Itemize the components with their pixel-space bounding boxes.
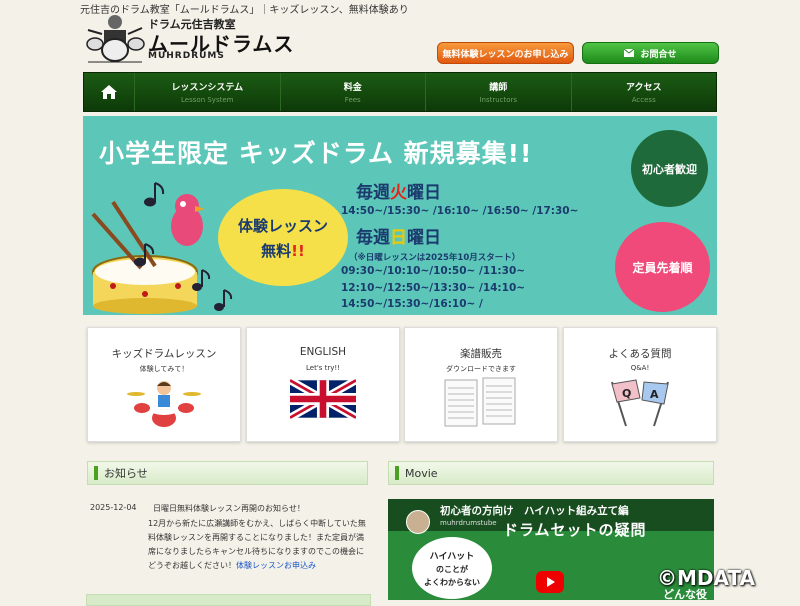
card-title: ENGLISH — [299, 346, 347, 358]
schedule-day2-highlight: 日 — [390, 228, 407, 248]
card-sheet-music[interactable]: 楽譜販売 ダウンロードできます — [404, 327, 558, 442]
schedule-day1: 毎週火曜日 — [356, 178, 441, 203]
beginners-welcome-badge: 初心者歓迎 — [631, 130, 708, 207]
schedule-day1-suffix: 曜日 — [407, 183, 441, 203]
news-date: 2025-12-04 — [90, 503, 137, 512]
bird-illustration — [171, 194, 205, 246]
nav-item-label: 講師 — [489, 83, 508, 93]
banner-title: 小学生限定 キッズドラム 新規募集!! — [99, 139, 533, 168]
heading-marker — [94, 466, 98, 480]
channel-avatar[interactable] — [406, 510, 430, 534]
card-english[interactable]: ENGLISH Let's try!! — [246, 327, 400, 442]
sheet-music-sample-icon — [444, 377, 516, 427]
nav-item-fees[interactable]: 料金 Fees — [281, 73, 426, 111]
schedule-day1-highlight: 火 — [390, 183, 407, 203]
card-subtitle: 体験してみて！ — [139, 365, 189, 373]
uk-flag-icon — [290, 377, 356, 421]
music-note-icon — [134, 243, 155, 267]
free-trial-bubble-line1: 体験レッスン — [237, 216, 328, 235]
schedule-day2-prefix: 毎週 — [356, 228, 390, 248]
video-bubble-line1: ハイハット — [429, 551, 475, 562]
nav-item-sublabel: Instructors — [479, 96, 518, 104]
trial-lesson-button[interactable]: 無料体験レッスンのお申し込み — [437, 42, 574, 64]
card-title: 楽譜販売 — [460, 348, 502, 360]
video-bubble-line3: よくわからない — [424, 577, 480, 587]
hero-banner[interactable]: 小学生限定 キッズドラム 新規募集!! 体験レッスン 無料!! 毎週火曜日 14… — [83, 116, 717, 315]
nav-item-label: レッスンシステム — [171, 83, 244, 93]
qa-flags-icon: Q A — [611, 379, 669, 427]
schedule-day2-times-a: 09:30~/10:10~/10:50~ /11:30~ — [341, 265, 526, 277]
schedule-day2: 毎週日曜日 — [356, 223, 441, 248]
schedule-day2-suffix: 曜日 — [407, 228, 441, 248]
watermark: ©MDATA — [657, 566, 755, 590]
free-trial-bubble: 体験レッスン 無料!! — [218, 189, 348, 286]
card-title: よくある質問 — [608, 348, 672, 360]
free-trial-bubble-word: 無料 — [261, 241, 292, 260]
logo-english: MUHRDRUMS — [148, 51, 225, 61]
nav-item-instructors[interactable]: 講師 Instructors — [426, 73, 572, 111]
video-bubble-line2: のことが — [436, 564, 468, 574]
news-body: 12月から新たに広瀬講師をむかえ、しばらく中断していた無料体験レッスンを再開する… — [148, 517, 366, 573]
trial-lesson-label: 無料体験レッスンのお申し込み — [442, 49, 569, 60]
music-note-icon — [214, 289, 233, 311]
music-note-icon — [192, 269, 211, 291]
card-faq[interactable]: よくある質問 Q&A! Q A — [563, 327, 717, 442]
first-come-badge: 定員先着順 — [615, 222, 710, 312]
card-subtitle: Let's try!! — [305, 364, 340, 372]
schedule-day1-prefix: 毎週 — [356, 183, 390, 203]
schedule-note: （※日曜レッスンは2025年10月スタート） — [349, 253, 521, 263]
main-nav: レッスンシステム Lesson System 料金 Fees 講師 Instru… — [83, 72, 717, 112]
mail-icon — [624, 49, 635, 57]
nav-item-sublabel: Access — [631, 96, 656, 104]
contact-label: お問合せ — [640, 49, 677, 60]
video-headline: ドラムセットの疑問 — [503, 521, 647, 539]
free-trial-bubble-mark: !! — [291, 241, 305, 260]
movie-heading-label: Movie — [405, 466, 438, 480]
nav-item-access[interactable]: アクセス Access — [572, 73, 717, 111]
nav-item-lesson-system[interactable]: レッスンシステム Lesson System — [135, 73, 281, 111]
next-section-heading — [86, 594, 371, 606]
play-icon — [547, 577, 555, 587]
kid-drummer-icon — [127, 381, 201, 427]
svg-text:Q: Q — [622, 387, 631, 400]
nav-item-sublabel: Fees — [344, 96, 361, 104]
free-trial-bubble-line2: 無料!! — [261, 240, 305, 261]
video-title[interactable]: 初心者の方向け ハイハット組み立て編 — [440, 503, 629, 518]
card-subtitle: Q&A! — [630, 364, 650, 372]
nav-item-label: 料金 — [343, 83, 362, 93]
card-subtitle: ダウンロードできます — [446, 365, 516, 373]
card-title: キッズドラムレッスン — [111, 348, 217, 360]
video-speech-bubble: ハイハット のことが よくわからない — [412, 537, 492, 599]
drum-kit-logo-icon — [86, 15, 145, 63]
news-section-heading: お知らせ — [87, 461, 368, 485]
nav-item-label: アクセス — [625, 83, 662, 93]
heading-marker — [395, 466, 399, 480]
news-link[interactable]: 体験レッスンお申込み — [236, 561, 316, 570]
home-icon — [101, 85, 117, 99]
nav-home[interactable] — [84, 73, 135, 111]
news-title[interactable]: 日曜日無料体験レッスン再開のお知らせ！ — [153, 503, 305, 514]
play-button[interactable] — [536, 571, 564, 593]
contact-button[interactable]: お問合せ — [582, 42, 719, 64]
nav-item-sublabel: Lesson System — [181, 96, 234, 104]
schedule-day1-times: 14:50~/15:30~ /16:10~ /16:50~ /17:30~ — [341, 205, 579, 217]
music-note-icon — [144, 182, 165, 207]
card-kids-lesson[interactable]: キッズドラムレッスン 体験してみて！ — [87, 327, 241, 442]
channel-name: muhrdrumstube — [440, 519, 497, 527]
news-heading-label: お知らせ — [104, 467, 148, 480]
schedule-day2-times-c: 14:50~/15:30~/16:10~ / — [341, 298, 483, 310]
svg-text:A: A — [650, 388, 659, 401]
movie-section-heading: Movie — [388, 461, 714, 485]
schedule-day2-times-b: 12:10~/12:50~/13:30~ /14:10~ — [341, 282, 526, 294]
